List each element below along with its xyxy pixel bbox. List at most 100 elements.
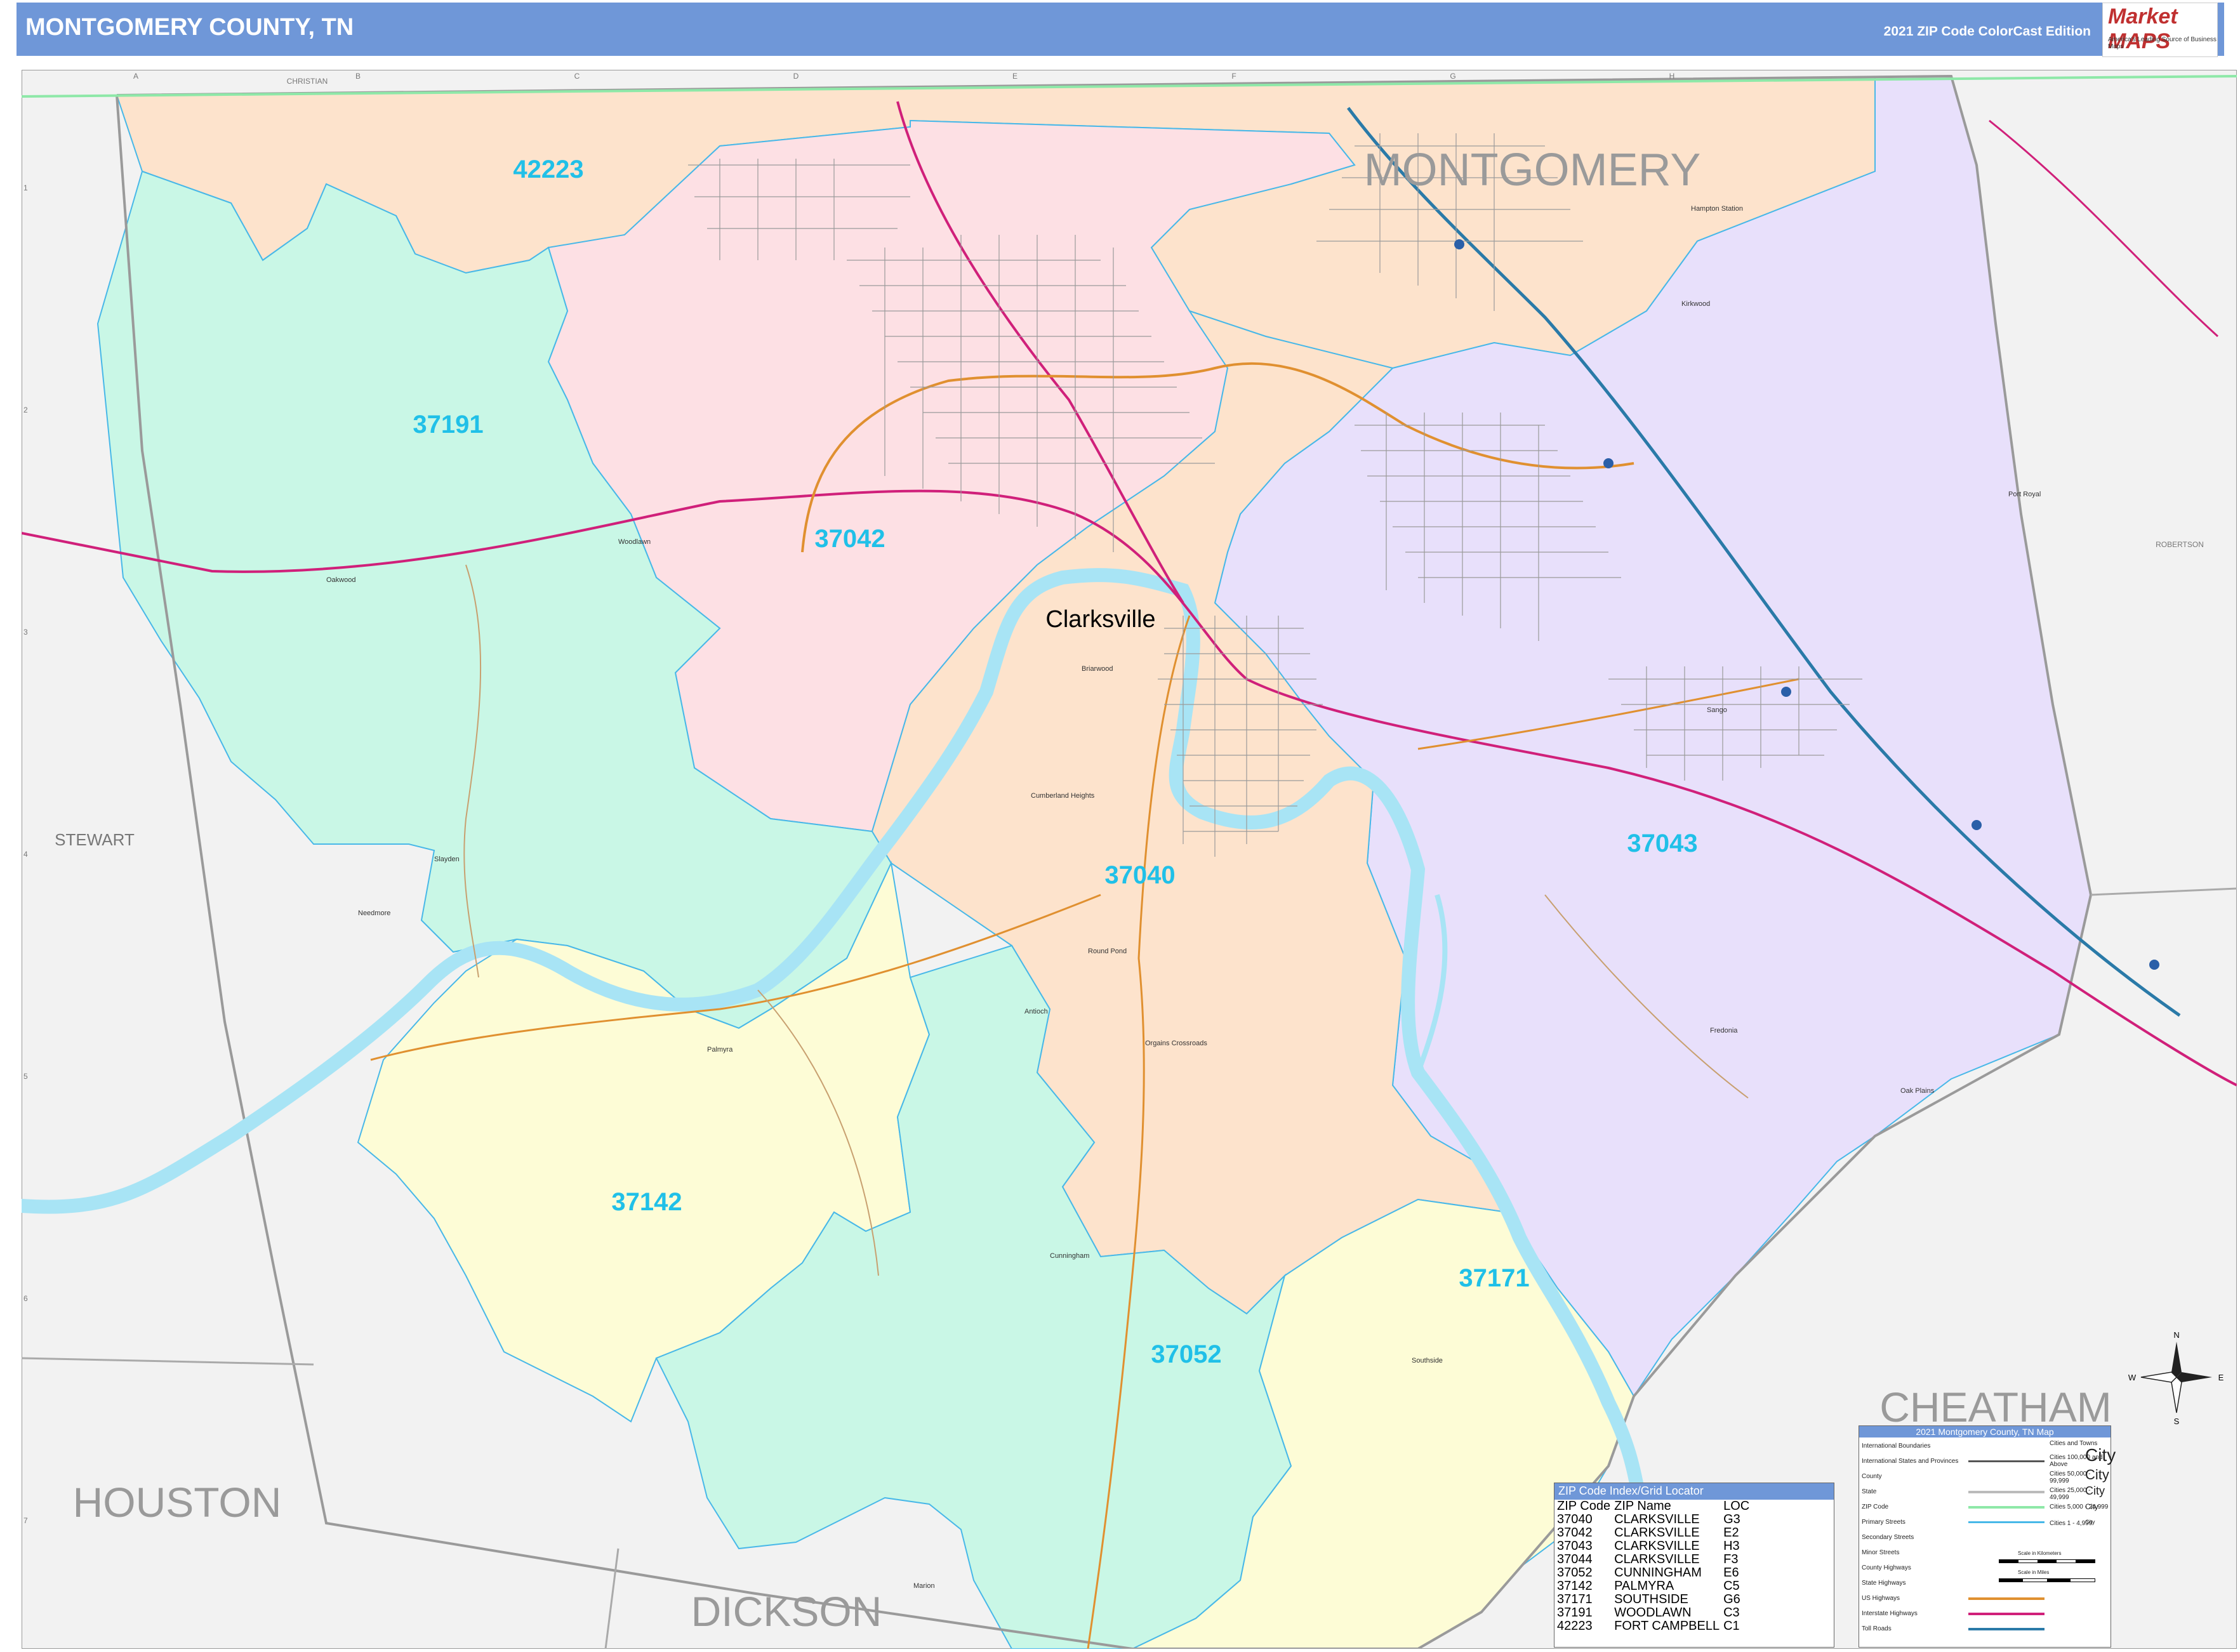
place-palmyra: Palmyra (707, 1046, 733, 1054)
grid-col-label: B (355, 72, 361, 81)
legend-swatch (1968, 1491, 2044, 1493)
name-cell: CLARKSVILLE (1614, 1539, 1700, 1553)
logo-tagline: America's Leading Source of Business Map… (2108, 36, 2217, 50)
map-area[interactable]: A B C D E F G H 1 2 3 4 5 6 7 MONTGOMERY… (15, 69, 2237, 1650)
name-cell: CLARKSVILLE (1614, 1512, 1700, 1526)
col-header: ZIP Code (1557, 1499, 1611, 1513)
zip-cell: 37043 (1557, 1539, 1593, 1553)
zip-cell: 37044 (1557, 1552, 1593, 1566)
loc-cell: G3 (1723, 1512, 1740, 1526)
loc-cell: G6 (1723, 1592, 1740, 1606)
loc-cell: C1 (1723, 1619, 1740, 1633)
place-antioch: Antioch (1024, 1008, 1048, 1015)
county-label-christian: CHRISTIAN (287, 77, 328, 86)
grid-row-label: 5 (23, 1072, 28, 1081)
place-southside: Southside (1412, 1357, 1443, 1365)
zip-index-title: ZIP Code Index/Grid Locator (1554, 1483, 1834, 1500)
loc-cell: E6 (1723, 1566, 1739, 1580)
interstate-shield (1603, 458, 1614, 468)
map-title: MONTGOMERY COUNTY, TN (25, 14, 354, 41)
place-round-pond: Round Pond (1088, 948, 1127, 955)
city-sample: City (2085, 1519, 2095, 1525)
legend-swatch (1968, 1460, 2044, 1462)
place-briarwood: Briarwood (1082, 665, 1113, 673)
compass-w: W (2128, 1373, 2137, 1382)
grid-row-label: 1 (23, 183, 28, 192)
place-port-royal: Port Royal (2008, 491, 2041, 498)
loc-cell: H3 (1723, 1539, 1740, 1553)
legend-item: State (1862, 1488, 1877, 1495)
zip-label-37171: 37171 (1459, 1264, 1529, 1292)
grid-col-label: E (1012, 72, 1017, 81)
name-cell: SOUTHSIDE (1614, 1592, 1688, 1606)
name-cell: CLARKSVILLE (1614, 1526, 1700, 1540)
grid-row-label: 6 (23, 1294, 28, 1303)
zip-label-37040: 37040 (1104, 861, 1175, 889)
table-row: 37040 CLARKSVILLE G3 (1557, 1513, 1753, 1526)
grid-col-label: F (1231, 72, 1236, 81)
legend-item: County (1862, 1473, 1882, 1480)
interstate-shield (1972, 820, 1982, 830)
county-label-cheatham: CHEATHAM (1879, 1384, 2111, 1431)
place-marion: Marion (913, 1582, 935, 1590)
grid-col-label: D (793, 72, 799, 81)
zip-cell: 42223 (1557, 1619, 1593, 1633)
place-slayden: Slayden (434, 856, 460, 863)
name-cell: PALMYRA (1614, 1579, 1674, 1593)
city-size-item: Cities 5,000 - 24,999 (2050, 1503, 2109, 1510)
zip-label-37042: 37042 (814, 525, 885, 553)
zip-label-37191: 37191 (413, 411, 483, 439)
county-label-stewart: STEWART (55, 830, 135, 849)
table-row: 37043 CLARKSVILLE H3 (1557, 1540, 1753, 1553)
table-row: 37052 CUNNINGHAM E6 (1557, 1566, 1753, 1580)
legend-swatch (1968, 1613, 2044, 1615)
zip-cell: 37142 (1557, 1579, 1593, 1593)
name-cell: FORT CAMPBELL (1614, 1619, 1720, 1633)
loc-cell: C3 (1723, 1606, 1740, 1620)
grid-col-label: C (574, 72, 580, 81)
zip-cell: 37171 (1557, 1592, 1593, 1606)
table-row: 37191 WOODLAWN C3 (1557, 1606, 1753, 1620)
loc-cell: E2 (1723, 1526, 1739, 1540)
legend-item: Secondary Streets (1862, 1534, 1914, 1541)
city-label-clarksville: Clarksville (1045, 606, 1155, 633)
map-legend-panel: 2021 Montgomery County, TN Map Internati… (1859, 1425, 2116, 1648)
place-kirkwood: Kirkwood (1681, 300, 1710, 308)
zip-label-42223: 42223 (513, 155, 583, 183)
scale-mi-label: Scale in Miles (2018, 1569, 2050, 1575)
scale-bar-km (1999, 1559, 2095, 1563)
compass-s: S (2174, 1417, 2180, 1426)
city-sample: City (2085, 1502, 2098, 1511)
place-oakwood: Oakwood (326, 576, 355, 584)
zip-index-panel: ZIP Code Index/Grid Locator ZIP Code ZIP… (1554, 1483, 1834, 1648)
zip-index-header-row: ZIP Code ZIP Name LOC (1557, 1500, 1753, 1513)
name-cell: WOODLAWN (1614, 1606, 1692, 1620)
place-fredonia: Fredonia (1710, 1027, 1738, 1034)
legend-item: State Highways (1862, 1580, 1906, 1587)
zip-cell: 37052 (1557, 1566, 1593, 1580)
interstate-shield (2149, 960, 2159, 970)
interstate-shield (1454, 239, 1464, 249)
legend-item: US Highways (1862, 1595, 1900, 1602)
scale-km-label: Scale in Kilometers (2018, 1550, 2062, 1556)
edition-label: 2021 ZIP Code ColorCast Edition (1883, 24, 2091, 39)
legend-item: Minor Streets (1862, 1549, 1900, 1556)
publisher-logo: Market MAPS America's Leading Source of … (2102, 3, 2218, 57)
grid-row-label: 2 (23, 406, 28, 414)
county-label-houston: HOUSTON (73, 1479, 282, 1526)
legend-item: Interstate Highways (1862, 1610, 1918, 1617)
table-row: 37042 CLARKSVILLE E2 (1557, 1526, 1753, 1540)
legend-item: International States and Provinces (1862, 1458, 1959, 1465)
city-sample: City (2085, 1467, 2109, 1483)
city-sample-large: City (2085, 1445, 2116, 1465)
place-hampton-station: Hampton Station (1691, 205, 1743, 213)
place-needmore: Needmore (358, 909, 390, 917)
county-map-svg[interactable]: A B C D E F G H 1 2 3 4 5 6 7 MONTGOMERY… (15, 69, 2237, 1650)
county-label-dickson: DICKSON (691, 1588, 882, 1635)
county-label-montgomery: MONTGOMERY (1364, 145, 1701, 195)
zip-cell: 37042 (1557, 1526, 1593, 1540)
place-cumberland-heights: Cumberland Heights (1031, 792, 1095, 800)
col-header: LOC (1723, 1499, 1750, 1513)
col-header: ZIP Name (1614, 1499, 1671, 1513)
table-row: 37142 PALMYRA C5 (1557, 1580, 1753, 1593)
